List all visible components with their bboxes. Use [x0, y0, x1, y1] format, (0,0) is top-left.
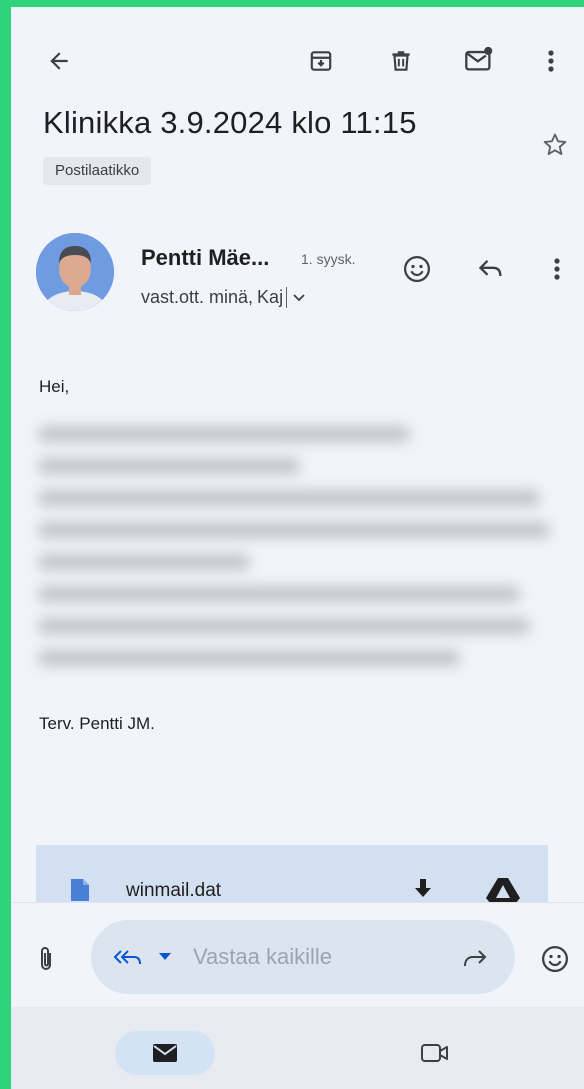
mail-icon: [149, 1041, 181, 1065]
recipients-line[interactable]: vast.ott. minä, Kaj: [141, 287, 306, 308]
email-subject: Klinikka 3.9.2024 klo 11:15: [43, 105, 417, 140]
message-date: 1. syysk.: [301, 251, 356, 267]
bottom-navigation: [11, 1007, 584, 1089]
email-screen: Klinikka 3.9.2024 klo 11:15 Postilaatikk…: [11, 7, 584, 1089]
emoji-icon[interactable]: [535, 939, 575, 979]
avatar[interactable]: [36, 233, 114, 311]
blurred-message-body: [39, 427, 559, 677]
inbox-label-chip[interactable]: Postilaatikko: [43, 157, 152, 185]
file-icon: [66, 875, 94, 905]
recipients-prefix: vast.ott. minä,: [141, 287, 254, 307]
nav-mail-tab[interactable]: [115, 1031, 215, 1075]
sender-name[interactable]: Pentti Mäe...: [141, 245, 269, 271]
message-more-icon[interactable]: [539, 249, 575, 289]
trash-icon[interactable]: [381, 41, 421, 81]
emoji-reaction-icon[interactable]: [397, 249, 437, 289]
reply-icon[interactable]: [471, 249, 511, 289]
star-icon[interactable]: [539, 129, 571, 161]
more-vert-icon[interactable]: [531, 41, 571, 81]
forward-icon[interactable]: [455, 940, 495, 976]
arrow-left-icon[interactable]: [39, 41, 79, 81]
paperclip-icon[interactable]: [31, 942, 61, 976]
archive-icon[interactable]: [301, 41, 341, 81]
mail-unread-icon[interactable]: [457, 39, 501, 79]
chevron-down-icon[interactable]: [292, 293, 306, 303]
video-camera-icon[interactable]: [415, 1037, 455, 1069]
recipient-kaj: Kaj: [255, 287, 288, 308]
email-greeting: Hei,: [39, 377, 70, 396]
email-signature: Terv. Pentti JM.: [39, 714, 155, 733]
attachment-filename: winmail.dat: [126, 880, 222, 901]
reply-placeholder: Vastaa kaikille: [193, 944, 332, 969]
caret-down-icon[interactable]: [157, 949, 173, 965]
reply-all-icon[interactable]: [109, 943, 149, 973]
